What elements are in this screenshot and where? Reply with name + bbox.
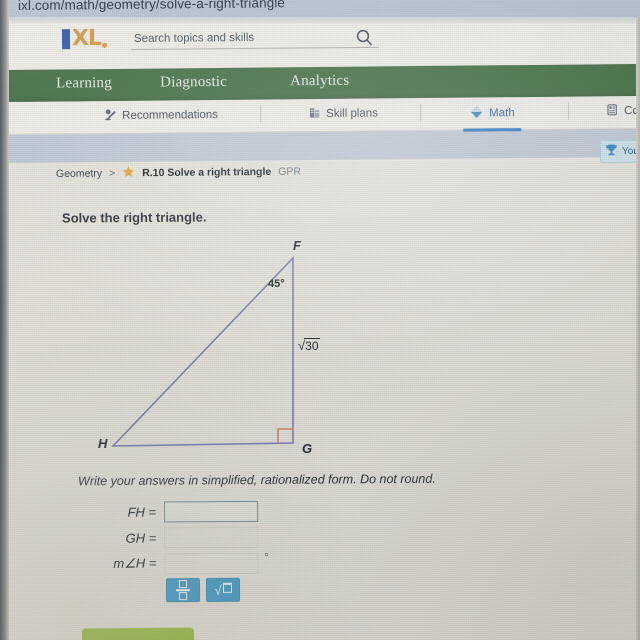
- triangle-outline: [111, 256, 294, 447]
- tab-recommendations[interactable]: Recommendations: [104, 107, 218, 124]
- fraction-button[interactable]: [165, 578, 201, 603]
- tab-math-active-underline: [463, 128, 521, 132]
- breadcrumb-skill[interactable]: R.10 Solve a right triangle: [142, 166, 271, 179]
- math-diamond-icon: [469, 104, 484, 122]
- right-angle-marker: [277, 428, 293, 444]
- answer-form: FH = GH = m∠H = °: [88, 499, 269, 578]
- trophy-icon: [603, 143, 619, 160]
- recommendations-icon: [104, 108, 117, 124]
- answer-row-gh: GH =: [88, 525, 269, 550]
- search-icon[interactable]: [356, 29, 373, 51]
- tab-math-label: Math: [489, 107, 515, 120]
- answer-label-fh: FH =: [127, 504, 157, 520]
- answer-input-angle-h[interactable]: [164, 552, 259, 574]
- screen-left-bezel: [0, 0, 9, 640]
- tab-community[interactable]: Com: [606, 103, 640, 119]
- logo-dot: [102, 42, 108, 48]
- ixl-logo[interactable]: XL: [61, 25, 108, 52]
- nav-item-learning[interactable]: Learning: [56, 75, 112, 93]
- screenshot-root: ixl.com/math/geometry/solve-a-right-tria…: [0, 0, 640, 640]
- answer-row-fh: FH =: [88, 499, 269, 524]
- fraction-icon: [175, 579, 191, 601]
- answer-input-fh[interactable]: [164, 500, 259, 522]
- breadcrumb-gpr-badge: GPR: [278, 165, 302, 178]
- radicand: 30: [304, 338, 320, 353]
- screen-right-bezel: [636, 17, 640, 640]
- vertex-label-G: G: [302, 441, 313, 456]
- tab-recommendations-label: Recommendations: [122, 108, 219, 122]
- submit-button[interactable]: [81, 627, 195, 640]
- triangle-figure: F G H 45° √30: [60, 230, 360, 470]
- progress-badge[interactable]: You: [599, 139, 640, 164]
- url-text[interactable]: ixl.com/math/geometry/solve-a-right-tria…: [18, 0, 285, 13]
- tab-divider: [260, 105, 262, 123]
- question-prompt: Solve the right triangle.: [61, 209, 207, 226]
- degree-suffix: °: [264, 551, 269, 564]
- tab-divider: [568, 102, 570, 120]
- tab-skill-plans[interactable]: Skill plans: [308, 105, 378, 122]
- logo-i-bar: [61, 29, 71, 50]
- tab-skill-plans-label: Skill plans: [326, 107, 378, 120]
- breadcrumb: Geometry > R.10 Solve a right triangle G…: [56, 164, 301, 182]
- answer-label-gh: GH =: [125, 530, 157, 546]
- breadcrumb-separator: >: [109, 167, 116, 180]
- tab-divider: [420, 104, 422, 122]
- answer-input-gh[interactable]: [164, 526, 259, 548]
- vertex-label-H: H: [98, 436, 108, 451]
- primary-nav: Learning Diagnostic Analytics: [8, 63, 640, 102]
- answer-instruction: Write your answers in simplified, ration…: [77, 471, 436, 489]
- sqrt-icon: √: [214, 582, 232, 597]
- nav-item-diagnostic[interactable]: Diagnostic: [160, 74, 227, 92]
- tab-math[interactable]: Math: [463, 104, 521, 132]
- search-placeholder: Search topics and skills: [133, 31, 255, 45]
- skill-plans-icon: [308, 106, 321, 122]
- angle-label-F: 45°: [268, 278, 285, 290]
- square-root-button[interactable]: √: [205, 577, 241, 602]
- nav-item-analytics[interactable]: Analytics: [290, 73, 349, 91]
- math-keypad: √: [165, 577, 241, 603]
- browser-url-bar[interactable]: ixl.com/math/geometry/solve-a-right-tria…: [0, 0, 640, 17]
- answer-label-angle-h: m∠H =: [113, 555, 157, 571]
- side-label-FG: √30: [298, 338, 320, 353]
- answer-row-angle-h: m∠H = °: [88, 551, 269, 576]
- vertex-label-F: F: [293, 238, 301, 253]
- breadcrumb-course[interactable]: Geometry: [56, 168, 102, 180]
- community-icon: [606, 103, 619, 119]
- star-icon[interactable]: [122, 165, 135, 181]
- search-input[interactable]: Search topics and skills: [131, 31, 380, 50]
- logo-xl-text: XL: [71, 25, 102, 52]
